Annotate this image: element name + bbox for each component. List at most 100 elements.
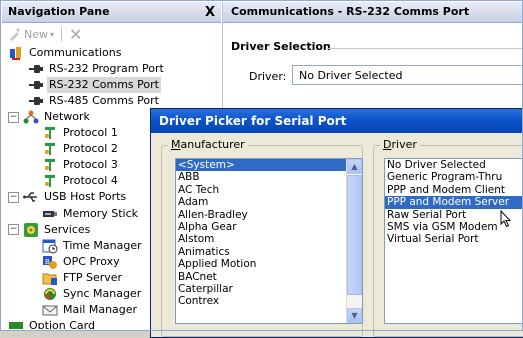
new-item-icon [10, 28, 20, 41]
driver-list[interactable]: No Driver Selected Generic Program-Thru PP… [384, 158, 523, 324]
driver-label: Driver: [249, 70, 287, 83]
tree-item-label: OPC Proxy [63, 254, 120, 268]
manufacturer-list-item[interactable]: AC Tech [176, 184, 362, 196]
sync-manager-icon [42, 286, 58, 302]
tree-item-label: Sync Manager [63, 286, 142, 300]
scroll-down-icon[interactable]: ▼ [347, 308, 362, 323]
manufacturer-list-item[interactable]: Adam [176, 196, 362, 208]
collapse-icon[interactable]: − [8, 111, 19, 123]
tree-item[interactable]: − USB Host Ports [8, 189, 128, 205]
protocol-icon [42, 125, 58, 141]
navigation-toolbar: New ▾ ✕ [2, 23, 221, 45]
panel-title: Communications - RS-232 Comms Port [223, 2, 522, 23]
mouse-cursor-icon [500, 210, 512, 228]
tree-item[interactable]: Communications [8, 45, 123, 61]
ftp-server-icon [42, 270, 58, 286]
manufacturer-list-item[interactable]: <System> [176, 159, 362, 172]
new-button-label: New [24, 27, 48, 41]
communications-icon [8, 45, 24, 61]
driver-field[interactable]: No Driver Selected [292, 65, 523, 85]
serial-port-icon [28, 93, 44, 109]
usb-icon [23, 189, 39, 205]
collapse-icon[interactable]: − [8, 224, 19, 236]
manufacturer-list-item[interactable]: Applied Motion [176, 258, 362, 270]
manufacturer-list-item[interactable]: ABB [176, 171, 362, 183]
tree-item[interactable]: B OPC Proxy [42, 254, 122, 270]
tree-item[interactable]: Protocol 4 [42, 173, 120, 189]
tree-item[interactable]: Sync Manager [42, 286, 143, 302]
manufacturer-list-item[interactable]: BACnet [176, 271, 362, 283]
protocol-icon [42, 141, 58, 157]
navigation-pane-header: Navigation Pane X [2, 2, 221, 23]
tree-item[interactable]: − Network [8, 109, 92, 125]
driver-selection-heading: Driver Selection [231, 40, 331, 53]
tree-item-label: Services [44, 222, 91, 236]
tree-item-label: Protocol 1 [63, 126, 118, 140]
close-icon[interactable]: X [205, 3, 215, 23]
scroll-up-icon[interactable]: ▲ [347, 159, 362, 174]
manufacturer-list-item[interactable]: Alstom [176, 233, 362, 245]
serial-port-icon [28, 77, 44, 93]
toolbar-separator [61, 27, 63, 41]
driver-list-item[interactable]: Virtual Serial Port [385, 233, 523, 245]
manufacturer-group: Manufacturer <System> ABB AC Tech Adam Allen… [161, 138, 363, 337]
tree-item[interactable]: RS-232 Program Port [28, 61, 166, 77]
driver-list-item[interactable]: PPP and Modem Server [385, 196, 523, 209]
driver-list-item[interactable]: No Driver Selected [385, 159, 523, 171]
manufacturer-label-text: anufacturer [180, 138, 245, 151]
driver-picker-dialog: Driver Picker for Serial Port Manufactur… [150, 108, 523, 338]
tree-item[interactable]: Option Card [8, 318, 97, 329]
tree-item-label: Option Card [29, 318, 95, 329]
tree-item-label: Memory Stick [63, 206, 139, 220]
driver-list-item[interactable]: Generic Program-Thru [385, 171, 523, 183]
tree-item[interactable]: Memory Stick [42, 206, 140, 222]
manufacturer-list-item[interactable]: Allen-Bradley [176, 209, 362, 221]
opc-proxy-icon: B [42, 254, 58, 270]
tree-item-label: Mail Manager [63, 302, 138, 316]
manufacturer-list[interactable]: <System> ABB AC Tech Adam Allen-Bradley Alpha… [175, 158, 363, 324]
tree-item[interactable]: FTP Server [42, 270, 124, 286]
tree-item[interactable]: Protocol 3 [42, 157, 120, 173]
navigation-pane-title: Navigation Pane [8, 5, 110, 18]
serial-port-icon [28, 61, 44, 77]
memory-stick-icon [42, 206, 58, 222]
tree-item-label: Time Manager [63, 238, 142, 252]
driver-label-text: river [391, 138, 417, 151]
dialog-title: Driver Picker for Serial Port [151, 109, 523, 133]
section-divider [327, 48, 522, 49]
tree-item[interactable]: Mail Manager [42, 302, 139, 318]
manufacturer-list-item[interactable]: Animatics [176, 246, 362, 258]
option-card-icon [8, 318, 24, 329]
dropdown-arrow-icon: ▾ [50, 29, 55, 39]
protocol-icon [42, 173, 58, 189]
network-icon [23, 109, 39, 125]
app-window: Navigation Pane X New ▾ ✕ Communications… [0, 0, 523, 338]
tree-item[interactable]: Time Manager [42, 238, 144, 254]
manufacturer-list-item[interactable]: Contrex [176, 295, 362, 307]
collapse-icon[interactable]: − [8, 191, 19, 203]
driver-list-item[interactable]: PPP and Modem Client [385, 184, 523, 196]
tree-item-label: USB Host Ports [44, 190, 127, 204]
scrollbar-thumb[interactable] [347, 175, 362, 295]
tree-item[interactable]: − Services [8, 222, 92, 238]
manufacturer-group-label: Manufacturer [168, 138, 248, 151]
tree-item[interactable]: Protocol 2 [42, 141, 120, 157]
manufacturer-list-item[interactable]: Alpha Gear [176, 221, 362, 233]
time-manager-icon [42, 238, 58, 254]
driver-group: Driver No Driver Selected Generic Program… [373, 138, 523, 337]
manufacturer-mnemonic: M [171, 138, 181, 151]
tree-item-label: RS-232 Program Port [49, 62, 164, 76]
tree-item-label: Protocol 2 [63, 142, 118, 156]
manufacturer-list-item[interactable]: Caterpillar [176, 283, 362, 295]
tree-item-label: Protocol 3 [63, 158, 118, 172]
tree-item[interactable]: Protocol 1 [42, 125, 120, 141]
driver-items: No Driver Selected Generic Program-Thru PP… [385, 159, 523, 246]
manufacturer-scrollbar[interactable]: ▲ ▼ [346, 159, 362, 323]
tree-item[interactable]: RS-232 Comms Port [28, 77, 161, 94]
tree-item-label: Communications [29, 46, 122, 59]
driver-group-label: Driver [380, 138, 420, 151]
services-icon [23, 222, 39, 238]
delete-icon[interactable]: ✕ [69, 25, 82, 44]
new-button[interactable]: New ▾ [8, 27, 54, 41]
tree-item[interactable]: RS-485 Comms Port [28, 93, 161, 109]
